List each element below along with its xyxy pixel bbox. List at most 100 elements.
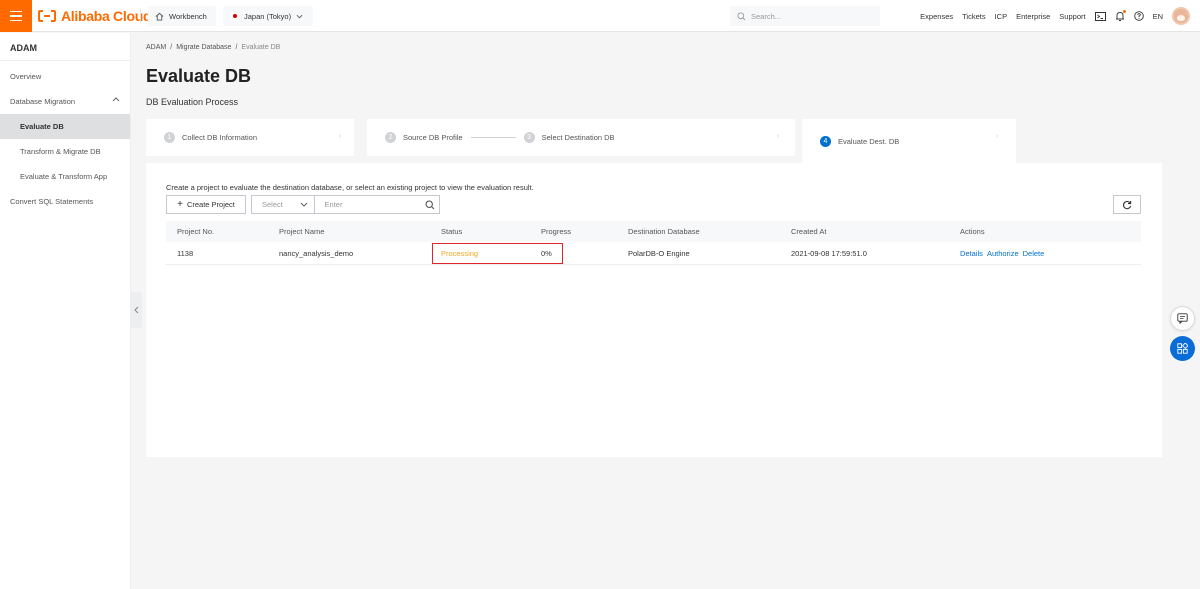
terminal-icon[interactable] xyxy=(1094,11,1106,21)
cell-status: Processing xyxy=(441,248,479,258)
col-destination-database: Destination Database xyxy=(628,227,700,236)
delete-link[interactable]: Delete xyxy=(1023,249,1045,258)
cell-project-no: 1138 xyxy=(177,248,194,258)
search-placeholder: Search... xyxy=(751,11,782,21)
global-search-input[interactable]: Search... xyxy=(730,6,880,26)
sidebar-title: ADAM xyxy=(0,33,130,61)
nav-icp[interactable]: ICP xyxy=(995,12,1008,21)
evaluation-panel: Create a project to evaluate the destina… xyxy=(146,163,1162,457)
workbench-button[interactable]: Workbench xyxy=(148,6,216,26)
sidebar-item-overview[interactable]: Overview xyxy=(0,64,130,89)
sidebar-collapse-handle[interactable] xyxy=(131,292,142,328)
feedback-chat-button[interactable] xyxy=(1170,306,1195,331)
col-status: Status xyxy=(441,227,463,236)
table-header: Project No. Project Name Status Progress… xyxy=(166,221,1141,242)
apps-grid-icon xyxy=(1177,343,1188,354)
plus-icon: + xyxy=(177,198,183,210)
chat-icon xyxy=(1177,313,1188,324)
authorize-link[interactable]: Authorize xyxy=(987,249,1019,258)
region-label: Japan (Tokyo) xyxy=(244,11,292,21)
top-bar: Alibaba Cloud Workbench Japan (Tokyo) Se… xyxy=(0,0,1200,32)
sidebar-item-label: Database Migration xyxy=(10,97,76,106)
search-icon xyxy=(737,11,746,20)
step-label: Evaluate Dest. DB xyxy=(838,136,900,146)
brand-name: Alibaba Cloud xyxy=(61,8,152,24)
chevron-right-icon: › xyxy=(777,133,780,140)
step-number: 1 xyxy=(164,132,175,143)
nav-tickets[interactable]: Tickets xyxy=(962,12,985,21)
sidebar-item-label: Evaluate DB xyxy=(20,122,64,131)
page-subtitle: DB Evaluation Process xyxy=(146,97,239,107)
col-project-name: Project Name xyxy=(279,227,325,236)
hamburger-icon xyxy=(10,10,22,13)
divider xyxy=(140,9,141,23)
apps-button[interactable] xyxy=(1170,336,1195,361)
cell-created-at: 2021-09-08 17:59:51.0 xyxy=(791,248,867,258)
sidebar: ADAM Overview Database Migration Evaluat… xyxy=(0,33,131,589)
sidebar-item-evaluate-transform-app[interactable]: Evaluate & Transform App xyxy=(0,164,130,189)
hamburger-menu-button[interactable] xyxy=(0,0,32,32)
language-switcher[interactable]: EN xyxy=(1153,12,1163,21)
breadcrumb-item-migrate-database[interactable]: Migrate Database xyxy=(176,44,231,51)
sidebar-item-evaluate-db[interactable]: Evaluate DB xyxy=(0,114,130,139)
step-number: 4 xyxy=(820,135,831,147)
sidebar-item-database-migration[interactable]: Database Migration xyxy=(0,89,130,114)
cell-destination-database: PolarDB-O Engine xyxy=(628,248,690,258)
hamburger-icon-line xyxy=(10,19,22,22)
refresh-icon xyxy=(1122,200,1132,209)
col-project-no: Project No. xyxy=(177,227,215,236)
projects-table: Project No. Project Name Status Progress… xyxy=(166,221,1141,265)
notification-bell-button[interactable] xyxy=(1115,9,1126,22)
region-selector[interactable]: Japan (Tokyo) xyxy=(223,6,313,26)
filter-input[interactable] xyxy=(314,196,422,213)
breadcrumb-item-current: Evaluate DB xyxy=(241,44,281,51)
step-source-db-profile[interactable]: 2 Source DB Profile 3 Select Destination… xyxy=(367,119,795,156)
sidebar-item-label: Convert SQL Statements xyxy=(10,197,94,206)
filter-select-value: Select xyxy=(262,200,283,209)
cell-progress: 0% xyxy=(541,248,552,258)
panel-hint: Create a project to evaluate the destina… xyxy=(166,183,534,192)
step-evaluate-dest-db[interactable]: 4 Evaluate Dest. DB › xyxy=(802,119,1016,163)
filter-search-button[interactable] xyxy=(422,199,439,210)
refresh-button[interactable] xyxy=(1113,195,1141,214)
breadcrumb-item-adam[interactable]: ADAM xyxy=(146,44,166,51)
filter-select[interactable]: Select xyxy=(252,196,315,213)
japan-flag-icon xyxy=(230,11,239,21)
col-actions: Actions xyxy=(960,227,985,236)
help-icon[interactable] xyxy=(1133,11,1144,21)
step-label: Collect DB Information xyxy=(182,133,258,142)
nav-support[interactable]: Support xyxy=(1059,12,1085,21)
nav-enterprise[interactable]: Enterprise xyxy=(1016,12,1050,21)
workbench-label: Workbench xyxy=(169,11,207,21)
create-project-label: Create Project xyxy=(186,200,235,209)
step-tabs: 1 Collect DB Information › 2 Source DB P… xyxy=(146,119,1016,163)
step-connector xyxy=(470,137,516,138)
breadcrumb: ADAM / Migrate Database / Evaluate DB xyxy=(146,44,280,51)
chevron-up-icon xyxy=(112,97,120,102)
step-collect-db-info[interactable]: 1 Collect DB Information › xyxy=(146,119,354,156)
breadcrumb-separator: / xyxy=(170,44,173,51)
cell-project-name: nancy_analysis_demo xyxy=(279,248,354,258)
col-created-at: Created At xyxy=(791,227,827,236)
sidebar-item-transform-migrate-db[interactable]: Transform & Migrate DB xyxy=(0,139,130,164)
cell-actions: Details Authorize Delete xyxy=(960,249,1044,258)
brand-logo[interactable]: Alibaba Cloud xyxy=(38,7,152,25)
sidebar-item-label: Overview xyxy=(10,72,42,81)
sidebar-item-convert-sql[interactable]: Convert SQL Statements xyxy=(0,189,130,214)
sidebar-item-label: Transform & Migrate DB xyxy=(20,147,101,156)
step-number: 3 xyxy=(523,132,535,143)
hamburger-icon-line xyxy=(10,15,22,17)
home-icon xyxy=(155,12,164,21)
alibaba-cloud-logo-icon xyxy=(38,10,56,22)
details-link[interactable]: Details xyxy=(960,249,983,258)
top-nav: Expenses Tickets ICP Enterprise Support … xyxy=(920,0,1200,32)
table-row: 1138 nancy_analysis_demo Processing 0% P… xyxy=(166,242,1141,265)
user-avatar[interactable] xyxy=(1172,7,1190,25)
breadcrumb-separator: / xyxy=(235,44,238,51)
chevron-down-icon xyxy=(300,202,307,207)
step-label: Source DB Profile xyxy=(403,133,463,142)
chevron-right-icon: › xyxy=(339,133,342,140)
create-project-button[interactable]: + Create Project xyxy=(166,195,246,214)
chevron-left-icon xyxy=(134,306,139,314)
nav-expenses[interactable]: Expenses xyxy=(920,12,953,21)
